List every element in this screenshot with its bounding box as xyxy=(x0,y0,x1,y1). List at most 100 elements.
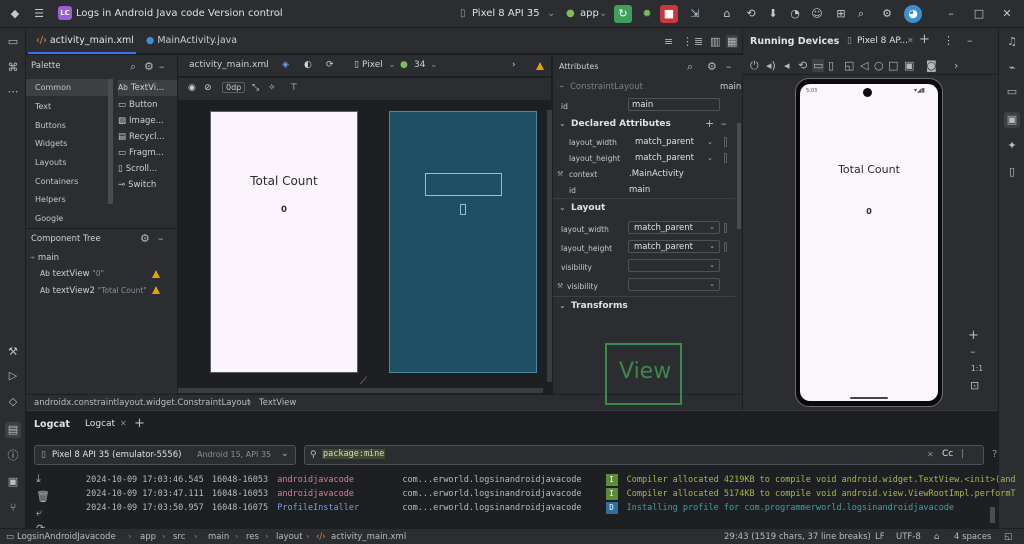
file-selector[interactable]: activity_main.xml xyxy=(189,60,269,70)
project-folder-icon[interactable]: ▭ xyxy=(5,34,21,50)
run-config-selector[interactable]: app xyxy=(580,8,599,19)
device-selector[interactable]: Pixel 8 API 35 xyxy=(472,8,540,19)
lock-icon[interactable]: ⌂ xyxy=(934,532,939,542)
notifications-bell-icon[interactable]: ♫ xyxy=(1004,34,1020,50)
search-icon[interactable]: ⌕ xyxy=(687,61,693,72)
attr-value[interactable]: .MainActivity xyxy=(629,169,684,179)
tree-node-textview[interactable]: Ab textView "0" xyxy=(40,269,104,279)
resize-handle-icon[interactable]: ⟋ xyxy=(360,376,367,387)
layout-inspector-icon[interactable]: ⊞ xyxy=(832,5,850,23)
code-view-icon[interactable]: ≣ xyxy=(694,36,703,47)
status-path-item[interactable]: app xyxy=(140,532,156,542)
palette-category[interactable]: Helpers xyxy=(26,191,108,208)
attr-value[interactable]: main xyxy=(629,185,650,195)
palette-item-fragment[interactable]: ▭ Fragm... xyxy=(118,145,164,161)
soft-wrap-icon[interactable]: ⤶ xyxy=(36,507,42,518)
tree-node-textview2[interactable]: Ab textView2 "Total Count" xyxy=(40,286,147,296)
minimize-icon[interactable]: – xyxy=(158,233,164,244)
night-mode-icon[interactable]: ◐ xyxy=(304,60,312,70)
logcat-tab[interactable]: Logcat xyxy=(85,419,115,429)
fit-screen-icon[interactable]: ⊡ xyxy=(970,380,979,391)
chevron-down-icon[interactable]: ⌄ xyxy=(703,152,717,165)
device-explorer-icon[interactable]: ▯ xyxy=(1004,164,1020,180)
palette-item-button[interactable]: ▭ Button xyxy=(118,97,158,113)
status-path-item[interactable]: src xyxy=(173,532,185,542)
status-path-item[interactable]: LogsinAndroidJavacode xyxy=(17,532,116,542)
attributes-scrollbar[interactable] xyxy=(737,123,741,229)
minimize-icon[interactable]: – xyxy=(967,34,973,47)
device-tab[interactable]: Pixel 8 AP... xyxy=(857,36,908,46)
tab-activity-main-xml[interactable]: ‹/› activity_main.xml ✕ xyxy=(28,28,136,72)
home-icon[interactable]: ○ xyxy=(874,60,884,71)
status-path-item[interactable]: res xyxy=(246,532,259,542)
breadcrumb-item[interactable]: androidx.constraintlayout.widget.Constra… xyxy=(34,398,250,408)
palette-item-imageview[interactable]: ▨ Image... xyxy=(118,113,164,129)
palette-category[interactable]: Google xyxy=(26,210,108,227)
blueprint-textview2-box[interactable] xyxy=(425,173,502,196)
palette-item-recyclerview[interactable]: ▤ Recycl... xyxy=(118,129,165,145)
debug-icon[interactable]: ✹ xyxy=(638,5,656,23)
zoom-ratio-label[interactable]: 1:1 xyxy=(971,364,983,373)
gem-icon[interactable]: ◇ xyxy=(5,394,21,410)
zoom-out-icon[interactable]: – xyxy=(970,346,976,357)
blueprint-textview-box[interactable] xyxy=(460,204,466,215)
visibility-eye-icon[interactable]: ◉ xyxy=(188,83,196,93)
palette-item-textview[interactable]: Ab TextVi... xyxy=(118,80,177,96)
clear-constraints-icon[interactable]: ⤡ xyxy=(252,83,259,93)
match-case-toggle[interactable]: Cc xyxy=(942,449,953,459)
add-attribute-icon[interactable]: + xyxy=(705,117,714,130)
structure-icon[interactable]: ⌘ xyxy=(5,60,21,76)
canvas-scrollbar-horizontal[interactable] xyxy=(178,388,543,393)
log-line[interactable]: 2024-10-09 17:03:46.545 16048-16053 andr… xyxy=(86,474,1016,486)
device-screen[interactable]: 5:03 ▾◢▮ Total Count 0 xyxy=(800,84,938,401)
rerun-icon[interactable]: ↻ xyxy=(614,5,632,23)
infer-constraints-icon[interactable]: ✧ xyxy=(268,83,276,93)
transforms-section[interactable]: Transforms xyxy=(571,301,628,311)
palette-category[interactable]: Layouts xyxy=(26,154,108,171)
split-view-icon[interactable]: ▥ xyxy=(710,36,720,47)
design-preview-screen[interactable]: Total Count 0 xyxy=(210,111,358,373)
log-line[interactable]: 2024-10-09 17:03:50.957 16048-16075 Prof… xyxy=(86,502,954,514)
gemini-sparkle-icon[interactable]: ✦ xyxy=(1004,138,1020,154)
indent-setting[interactable]: 4 spaces xyxy=(954,532,991,542)
running-devices-icon[interactable]: ▣ xyxy=(1004,112,1020,128)
clear-logcat-icon[interactable]: 🗑 xyxy=(36,491,50,502)
layout-section[interactable]: Layout xyxy=(571,203,605,213)
palette-category[interactable]: Common xyxy=(26,79,108,96)
status-path-item[interactable]: main xyxy=(208,532,229,542)
default-margin-selector[interactable]: 0dp xyxy=(222,82,246,93)
visibility-select[interactable]: ⌄ xyxy=(628,259,720,272)
chevron-down-icon[interactable]: ⌄ xyxy=(559,301,566,310)
chevron-right-icon[interactable]: › xyxy=(954,60,958,71)
settings-gear-icon[interactable]: ⚙ xyxy=(707,61,717,72)
overview-icon[interactable]: □ xyxy=(888,60,898,71)
guidelines-icon[interactable]: ⊤ xyxy=(290,83,298,93)
rotate-right-icon[interactable]: ▭ xyxy=(812,59,825,72)
resource-picker-icon[interactable] xyxy=(724,137,727,147)
device-select[interactable]: ▯ Pixel 8 API 35 (emulator-5556) Android… xyxy=(34,445,296,465)
profiler-icon[interactable]: ◔ xyxy=(786,5,804,23)
palette-item-scrollview[interactable]: ▯ Scroll... xyxy=(118,161,157,177)
close-tab-icon[interactable]: ✕ xyxy=(907,36,914,45)
status-path-item[interactable]: activity_main.xml xyxy=(331,532,406,542)
settings-gear-icon[interactable]: ⚙ xyxy=(144,61,154,72)
file-encoding[interactable]: UTF-8 xyxy=(896,532,921,542)
tools-visibility-select[interactable]: ⌄ xyxy=(628,278,720,291)
avatar[interactable]: ◕ xyxy=(904,5,922,23)
rotate-left-icon[interactable]: ⟲ xyxy=(798,60,807,71)
more-vertical-icon[interactable]: ⋮ xyxy=(682,36,693,47)
zoom-in-icon[interactable]: + xyxy=(968,329,979,342)
hamburger-list-icon[interactable]: ≡ xyxy=(664,36,673,47)
log-line[interactable]: 2024-10-09 17:03:47.111 16048-16053 andr… xyxy=(86,488,1016,500)
search-icon[interactable]: ⌕ xyxy=(130,61,136,72)
fold-icon[interactable]: ▯ xyxy=(828,60,834,71)
declared-attributes-section[interactable]: Declared Attributes xyxy=(571,119,671,129)
design-view-icon[interactable]: ▦ xyxy=(726,35,739,48)
gradle-icon[interactable]: ⌁ xyxy=(1004,60,1020,76)
attach-debugger-icon[interactable]: ⇲ xyxy=(686,5,704,23)
chevron-down-icon[interactable]: ⌄ xyxy=(559,203,566,212)
breadcrumb-item[interactable]: TextView xyxy=(259,398,296,408)
maximize-icon[interactable]: □ xyxy=(970,5,988,23)
layout-width-select[interactable]: match_parent ⌄ xyxy=(628,221,720,234)
terminal-icon[interactable]: ▣ xyxy=(5,474,21,490)
